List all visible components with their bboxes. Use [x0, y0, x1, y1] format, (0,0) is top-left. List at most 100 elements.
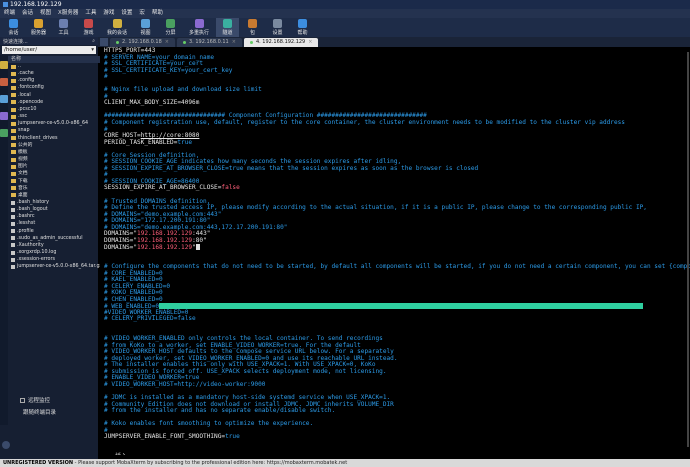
chevron-down-icon[interactable]: ▾ — [91, 46, 96, 54]
file-name[interactable]: 公共的 — [18, 142, 32, 149]
file-list-item[interactable]: .Xauthority — [8, 242, 102, 249]
file-name[interactable]: .fontconfig — [18, 84, 44, 91]
path-value[interactable]: /home/user/ — [4, 46, 37, 54]
file-name[interactable]: 模板 — [18, 149, 28, 156]
toolbar-button-session[interactable]: 会话 — [2, 18, 25, 37]
quick-connect-label[interactable]: 快速连接... — [3, 38, 28, 45]
menu-item[interactable]: 游戏 — [103, 9, 114, 18]
file-list-item[interactable]: .cache — [8, 70, 102, 77]
toolbar-button-tunnel[interactable]: 隧道 — [216, 18, 239, 37]
file-name[interactable]: .. — [18, 63, 21, 70]
menu-item[interactable]: 终端 — [4, 9, 15, 18]
toolbar-button-tools[interactable]: 工具 — [52, 18, 75, 37]
file-list-item[interactable]: .. — [8, 63, 102, 70]
menu-item[interactable]: X服务器 — [58, 9, 78, 18]
session-tab-label[interactable]: 4. 192.168.192.129 — [256, 38, 305, 47]
file-list-item[interactable]: jumpserver-ce-v5.0.0-x86_64 — [8, 120, 102, 127]
file-name[interactable]: .lesshst — [17, 220, 35, 227]
session-tab[interactable]: 3. 192.168.0.11 × — [176, 38, 242, 47]
quick-connect-bar[interactable]: 快速连接... ⌕ — [0, 37, 98, 45]
toolbar-button-split[interactable]: 分屏 — [159, 18, 182, 37]
support-message[interactable]: - Please support MobaXterm by subscribin… — [73, 460, 348, 466]
file-name[interactable]: jumpserver-ce-v5.0.0-x86_64.tar.gz — [17, 263, 102, 270]
file-name[interactable]: .Xauthority — [17, 242, 44, 249]
menu-item[interactable]: 工具 — [85, 9, 96, 18]
file-name[interactable]: .config — [18, 77, 34, 84]
toolbar-button-sessions[interactable]: 我的会话 — [102, 18, 132, 37]
follow-terminal-label[interactable]: 跟随终端目录 — [23, 408, 56, 416]
file-list-item[interactable]: 视频 — [8, 156, 102, 163]
file-list-item[interactable]: 桌面 — [8, 192, 102, 199]
close-icon[interactable]: × — [308, 38, 312, 47]
file-name[interactable]: .xsession-errors — [17, 256, 55, 263]
menu-item[interactable]: 视图 — [40, 9, 51, 18]
file-name[interactable]: .profile — [17, 228, 34, 235]
file-list-item[interactable]: .local — [8, 92, 102, 99]
file-list-item[interactable]: .opencode — [8, 99, 102, 106]
file-list-item[interactable]: .bash_history — [8, 199, 102, 206]
file-list-item[interactable]: .lesshst — [8, 220, 102, 227]
toolbar-button-view[interactable]: 视图 — [134, 18, 157, 37]
file-name[interactable]: .ssc — [18, 113, 27, 120]
file-list-item[interactable]: 公共的 — [8, 142, 102, 149]
toolbar-button-settings[interactable]: 设置 — [266, 18, 289, 37]
toolbar-button-games[interactable]: 游戏 — [77, 18, 100, 37]
macros-icon[interactable] — [0, 112, 8, 120]
file-list-item[interactable]: 下载 — [8, 178, 102, 185]
toolbar-button-help[interactable]: 帮助 — [291, 18, 314, 37]
menu-item[interactable]: 设置 — [121, 9, 132, 18]
file-list-item[interactable]: .bashrc — [8, 213, 102, 220]
file-name[interactable]: jumpserver-ce-v5.0.0-x86_64 — [18, 120, 88, 127]
file-list-item[interactable]: .xorgxrdp.10.log — [8, 249, 102, 256]
collapse-icon[interactable] — [2, 441, 10, 449]
file-list-item[interactable]: .xsession-errors — [8, 256, 102, 263]
menu-item[interactable]: 帮助 — [152, 9, 163, 18]
file-list-item[interactable]: snap — [8, 127, 102, 134]
file-name[interactable]: .bash_logout — [17, 206, 48, 213]
session-tab[interactable]: 4. 192.168.192.129 × — [243, 38, 319, 47]
file-list-item[interactable]: .ssc — [8, 113, 102, 120]
file-list-item[interactable]: 文档 — [8, 170, 102, 177]
file-list-item[interactable]: .sudo_as_admin_successful — [8, 235, 102, 242]
file-list-item[interactable]: .fontconfig — [8, 84, 102, 91]
file-name[interactable]: snap — [18, 127, 30, 134]
close-icon[interactable]: × — [165, 38, 169, 47]
toolbar-button-servers[interactable]: 服务器 — [27, 18, 50, 37]
home-tab-icon[interactable] — [100, 38, 108, 46]
terminal-view[interactable]: HTTPS_PORT=443 # SERVER_NAME=your_domain_… — [100, 47, 690, 455]
file-name[interactable]: .xorgxrdp.10.log — [17, 249, 56, 256]
file-name[interactable]: 桌面 — [18, 192, 28, 199]
remote-monitor-toggle[interactable]: 远程监控 — [20, 396, 50, 404]
toolbar-button-package[interactable]: 包 — [241, 18, 264, 37]
file-name[interactable]: thinclient_drives — [18, 135, 58, 142]
file-name[interactable]: 下载 — [18, 178, 28, 185]
upload-icon[interactable] — [0, 129, 8, 137]
sftp-icon[interactable] — [0, 95, 8, 103]
column-header-name[interactable]: 名称 — [8, 56, 103, 63]
file-list-item[interactable]: .profile — [8, 228, 102, 235]
follow-terminal-toggle[interactable]: 跟随终端目录 — [20, 408, 56, 416]
close-icon[interactable]: × — [232, 38, 236, 47]
checkbox-icon[interactable] — [20, 397, 25, 403]
file-list-item[interactable]: 音乐 — [8, 185, 102, 192]
session-tab-label[interactable]: 3. 192.168.0.11 — [189, 38, 229, 47]
search-icon[interactable]: ⌕ — [92, 38, 95, 44]
file-list-item[interactable]: .pcsc10 — [8, 106, 102, 113]
tools-icon[interactable] — [0, 78, 8, 86]
session-tab-label[interactable]: 2. 192.168.0.18 — [122, 38, 162, 47]
file-list-item[interactable]: .bash_logout — [8, 206, 102, 213]
file-list-item[interactable]: 模板 — [8, 149, 102, 156]
menu-item[interactable]: 会话 — [22, 9, 33, 18]
file-name[interactable]: .local — [18, 92, 31, 99]
session-tab[interactable]: 2. 192.168.0.18 × — [110, 38, 175, 47]
file-list-item[interactable]: .config — [8, 77, 102, 84]
toolbar-button-multiexec[interactable]: 多重执行 — [184, 18, 214, 37]
menu-item[interactable]: 宏 — [139, 9, 145, 18]
file-name[interactable]: .pcsc10 — [18, 106, 36, 113]
file-name[interactable]: .sudo_as_admin_successful — [17, 235, 83, 242]
remote-monitor-label[interactable]: 远程监控 — [28, 396, 50, 404]
file-list-item[interactable]: thinclient_drives — [8, 135, 102, 142]
terminal-scrollbar[interactable] — [687, 52, 689, 447]
file-name[interactable]: 文档 — [18, 170, 28, 177]
file-list-item[interactable]: jumpserver-ce-v5.0.0-x86_64.tar.gz — [8, 263, 102, 270]
